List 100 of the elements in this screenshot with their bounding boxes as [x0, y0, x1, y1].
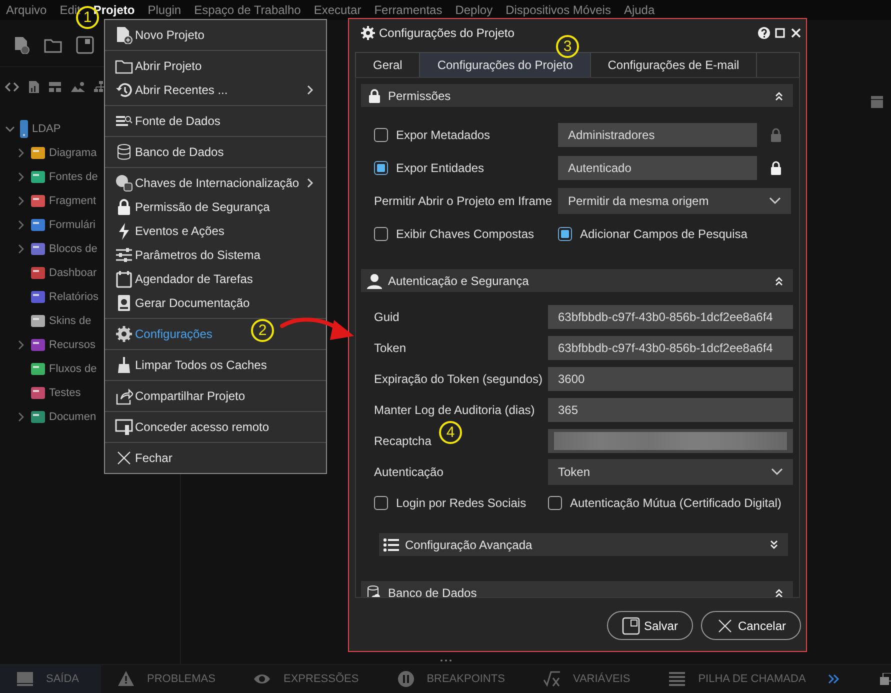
menu-item[interactable]: Ajuda — [624, 3, 655, 17]
menu-item[interactable]: Fechar — [105, 446, 184, 470]
double-chevron-icon[interactable] — [828, 674, 840, 684]
phone-icon — [19, 120, 29, 138]
menu-item[interactable]: Eventos e Ações — [105, 219, 236, 243]
new-file-icon[interactable] — [12, 36, 30, 54]
input-field[interactable] — [548, 429, 793, 453]
input-field[interactable]: 3600 — [548, 367, 793, 391]
restore-icon[interactable] — [880, 673, 891, 685]
database-cloud-icon — [367, 584, 382, 597]
menu-item[interactable]: Deploy — [455, 3, 493, 17]
section-header[interactable]: Banco de Dados — [361, 581, 793, 597]
close-icon — [115, 449, 133, 467]
menu-item[interactable]: Conceder acesso remoto — [105, 415, 282, 439]
checkbox[interactable] — [374, 128, 388, 142]
checkbox-label: Exibir Chaves Compostas — [396, 227, 534, 241]
section-header[interactable]: Permissões — [361, 84, 793, 107]
menu-item[interactable]: Plugin — [148, 3, 182, 17]
menu-item[interactable]: Edit — [60, 3, 80, 17]
field-label: Recaptcha — [374, 434, 432, 448]
menu-item[interactable]: Espaço de Trabalho — [194, 3, 301, 17]
section-header[interactable]: Autenticação e Segurança — [361, 269, 793, 292]
menu-item[interactable]: Chaves de Internacionalização — [105, 171, 326, 195]
close-icon — [716, 616, 734, 634]
menu-item[interactable]: Agendador de Tarefas — [105, 267, 265, 291]
tab[interactable]: Configurações do Projeto — [420, 53, 591, 77]
step-number: 2 — [251, 319, 274, 342]
input-field[interactable]: 63bfbbdb-c97f-43b0-856b-1dcf2ee8a6f4 — [548, 336, 793, 360]
settings-icon — [115, 325, 133, 343]
book-icon — [115, 294, 133, 312]
drag-handle-icon[interactable] — [440, 659, 452, 662]
dropdown[interactable]: Token — [548, 459, 793, 485]
save-icon[interactable] — [76, 36, 94, 54]
history-icon — [115, 81, 133, 99]
menu-item[interactable]: Fonte de Dados — [105, 109, 232, 133]
tree-item-label[interactable]: Fontes de — [49, 171, 98, 183]
list-icon — [383, 538, 399, 552]
checkbox-label: Login por Redes Sociais — [396, 496, 526, 510]
code-icon[interactable] — [4, 81, 20, 93]
tree-item-label[interactable]: Testes — [49, 387, 81, 399]
section-header[interactable]: Configuração Avançada — [379, 533, 788, 556]
lock-icon — [115, 198, 133, 216]
image-icon[interactable] — [70, 81, 86, 93]
tree-item-label[interactable]: LDAP — [32, 123, 61, 135]
file-chart-icon[interactable] — [28, 80, 40, 94]
checkbox-label: Autenticação Mútua (Certificado Digital) — [570, 496, 782, 510]
save-button[interactable]: Salvar — [606, 611, 693, 640]
input-field[interactable]: Administradores — [558, 123, 757, 147]
square-root-icon — [542, 670, 561, 688]
tree-item-label[interactable]: Formulári — [49, 219, 96, 231]
broom-icon — [115, 356, 133, 374]
menu-item[interactable]: Dispositivos Móveis — [506, 3, 611, 17]
tree-item-label[interactable]: Blocos de — [49, 243, 98, 255]
maximize-icon[interactable] — [774, 26, 786, 38]
input-field[interactable]: 365 — [548, 398, 793, 422]
tree-item-label[interactable]: Documen — [49, 411, 96, 423]
input-field[interactable]: Autenticado — [558, 156, 757, 180]
checkbox[interactable] — [374, 161, 388, 175]
checkbox[interactable] — [558, 227, 572, 241]
checkbox[interactable] — [374, 227, 388, 241]
menu-item[interactable]: Novo Projeto — [105, 23, 216, 47]
menu-item[interactable]: Configurações — [105, 322, 224, 346]
tree-item-label[interactable]: Diagrama — [49, 147, 97, 159]
menu-item[interactable]: Banco de Dados — [105, 140, 236, 164]
tree-item-label[interactable]: Relatórios — [49, 291, 99, 303]
checkbox[interactable] — [548, 496, 562, 510]
field-label: Permitir Abrir o Projeto em Iframe — [374, 194, 554, 208]
tree-item-label[interactable]: Skins de — [49, 315, 92, 327]
menu-item[interactable]: Executar — [314, 3, 362, 17]
tree-item-label[interactable]: Dashboar — [49, 267, 97, 279]
close-icon[interactable] — [790, 26, 802, 38]
checkbox[interactable] — [374, 496, 388, 510]
field-label: Guid — [374, 310, 400, 324]
menu-item[interactable]: Arquivo — [6, 3, 47, 17]
field-label: Expiração do Token (segundos) — [374, 372, 544, 386]
help-icon[interactable] — [758, 26, 770, 38]
menu-item[interactable]: Limpar Todos os Caches — [105, 353, 279, 377]
folder-icon[interactable] — [44, 37, 62, 53]
step-number: 3 — [556, 35, 579, 58]
menu-item[interactable]: Compartilhar Projeto — [105, 384, 258, 408]
menu-item[interactable]: Abrir Recentes ... — [105, 78, 326, 102]
lock-icon — [367, 88, 382, 104]
menu-item[interactable]: Parâmetros do Sistema — [105, 243, 272, 267]
panel-icon[interactable] — [871, 96, 883, 108]
dropdown[interactable]: Permitir da mesma origem — [558, 188, 791, 214]
monitor-icon — [16, 670, 34, 688]
input-field[interactable]: 63bfbbdb-c97f-43b0-856b-1dcf2ee8a6f4 — [548, 305, 793, 329]
tree-item-label[interactable]: Fluxos de — [49, 363, 97, 375]
new-file-icon — [115, 26, 133, 44]
tree-item-label[interactable]: Recursos — [49, 339, 96, 351]
menu-item[interactable]: Abrir Projeto — [105, 54, 214, 78]
tree-item-label[interactable]: Fragment — [49, 195, 96, 207]
menu-item[interactable]: Gerar Documentação — [105, 291, 262, 315]
step-number: 4 — [439, 421, 462, 444]
chevron-down-icon — [771, 468, 783, 476]
menu-item[interactable]: Permissão de Segurança — [105, 195, 282, 219]
layout-icon[interactable] — [48, 81, 62, 93]
menu-item[interactable]: Ferramentas — [374, 3, 442, 17]
cancel-button[interactable]: Cancelar — [700, 611, 801, 640]
user-icon — [367, 272, 382, 288]
